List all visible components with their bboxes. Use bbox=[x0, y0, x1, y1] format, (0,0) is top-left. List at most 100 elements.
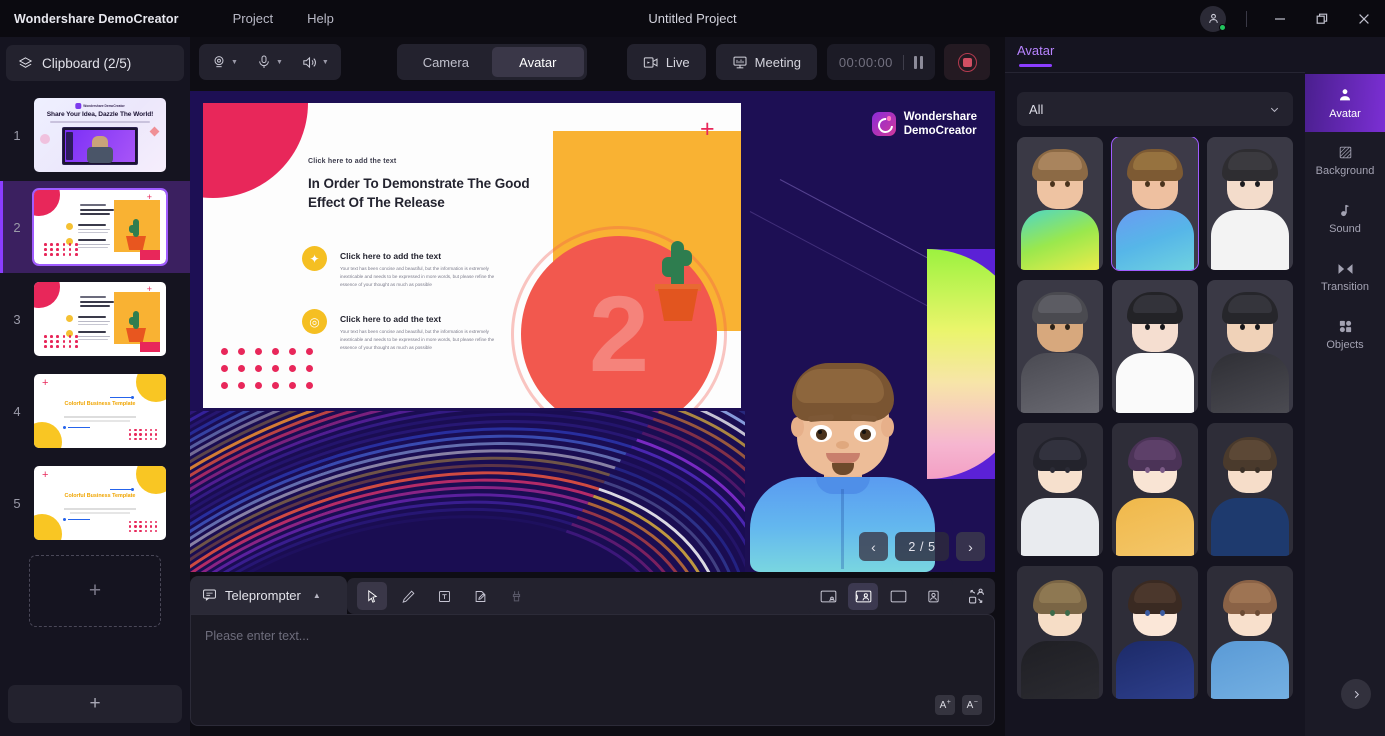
meeting-button[interactable]: Meeting bbox=[715, 44, 817, 80]
avatar-body bbox=[1211, 353, 1289, 413]
avatar-eyes bbox=[1240, 610, 1260, 616]
avatar-eyes bbox=[1240, 324, 1260, 330]
avatar-card-3[interactable] bbox=[1207, 137, 1293, 270]
slide-number: 1 bbox=[13, 127, 21, 143]
slide-thumbnail-1[interactable]: 1 Wondershare DemoCreator Share Your Ide… bbox=[0, 89, 190, 181]
sidebar-item-background[interactable]: Background bbox=[1305, 132, 1385, 190]
slide-preview-image: + bbox=[32, 188, 168, 266]
avatar-body bbox=[1021, 498, 1099, 556]
avatar-card-12[interactable] bbox=[1207, 566, 1293, 699]
divider bbox=[1246, 10, 1247, 27]
avatar-card-6[interactable] bbox=[1207, 280, 1293, 413]
slide-pager: ‹ 2 / 5 › bbox=[859, 532, 985, 561]
avatar-hair-highlight bbox=[1228, 152, 1272, 170]
screen-avatar-left-icon[interactable] bbox=[848, 582, 878, 610]
avatar-hair-highlight bbox=[1229, 440, 1271, 460]
sidebar-item-sound[interactable]: Sound bbox=[1305, 190, 1385, 248]
decrease-font-button[interactable]: A − bbox=[962, 695, 982, 715]
teleprompter-tab[interactable]: Teleprompter ▲ bbox=[190, 576, 347, 614]
slides-list[interactable]: 1 Wondershare DemoCreator Share Your Ide… bbox=[0, 85, 190, 685]
chevron-left-icon[interactable]: ‹ bbox=[859, 532, 888, 561]
wondershare-logo-icon bbox=[871, 112, 896, 137]
live-button[interactable]: Live bbox=[626, 44, 706, 80]
device-controls-group: ▼ ▼ ▼ bbox=[199, 44, 341, 80]
slide-thumbnail-5[interactable]: 5 + Colorful Business Template bbox=[0, 457, 190, 549]
avatar-card-2[interactable] bbox=[1111, 137, 1199, 271]
chevron-right-icon[interactable]: › bbox=[956, 532, 985, 561]
slide-preview-image: + bbox=[34, 282, 166, 356]
slide-thumbnail-4[interactable]: 4 + Colorful Business Template bbox=[0, 365, 190, 457]
pause-icon[interactable] bbox=[913, 55, 924, 69]
speaker-device-button[interactable]: ▼ bbox=[293, 48, 337, 76]
slide-thumbnail-3[interactable]: 3 + bbox=[0, 273, 190, 365]
avatar-category-select[interactable]: All bbox=[1017, 92, 1293, 126]
decorative-plus: + bbox=[700, 115, 715, 143]
minimize-icon[interactable] bbox=[1259, 0, 1301, 37]
avatar-card-7[interactable] bbox=[1017, 423, 1103, 556]
avatar-body bbox=[1116, 353, 1194, 413]
slide-content-card: + 2 Click here to add the text In Order … bbox=[203, 103, 741, 408]
microphone-icon bbox=[256, 54, 272, 70]
restore-icon[interactable] bbox=[1301, 0, 1343, 37]
transition-icon bbox=[1337, 262, 1354, 276]
chevron-up-icon[interactable]: ▲ bbox=[313, 591, 321, 600]
avatar-eyes bbox=[1050, 610, 1070, 616]
note-edit-icon[interactable] bbox=[465, 582, 495, 610]
add-slide-placeholder[interactable]: + bbox=[29, 555, 161, 627]
menu-help[interactable]: Help bbox=[297, 7, 344, 30]
title-bar: Wondershare DemoCreator Project Help Unt… bbox=[0, 0, 1385, 37]
webcam-icon bbox=[211, 54, 227, 70]
clipboard-header[interactable]: Clipboard (2/5) bbox=[6, 45, 184, 81]
avatar-body bbox=[1211, 641, 1289, 699]
avatar-card-4[interactable] bbox=[1017, 280, 1103, 413]
microphone-device-button[interactable]: ▼ bbox=[248, 48, 291, 76]
screen-avatar-corner-icon[interactable] bbox=[813, 583, 843, 610]
avatar-card-5[interactable] bbox=[1112, 280, 1198, 413]
avatar-card-11[interactable] bbox=[1112, 566, 1198, 699]
close-icon[interactable] bbox=[1343, 0, 1385, 37]
avatar-card-8[interactable] bbox=[1112, 423, 1198, 556]
bullet-heading: Click here to add the text bbox=[340, 251, 442, 261]
slide-thumbnail-2[interactable]: 2 + bbox=[0, 181, 190, 273]
menu-project[interactable]: Project bbox=[223, 7, 283, 30]
text-box-icon[interactable] bbox=[429, 582, 459, 610]
record-stop-icon bbox=[957, 52, 977, 72]
cursor-arrow-icon[interactable] bbox=[357, 582, 387, 610]
swap-position-icon[interactable] bbox=[957, 578, 995, 614]
avatar-hair-highlight bbox=[1133, 152, 1177, 170]
tab-camera[interactable]: Camera bbox=[400, 47, 492, 77]
sidebar-item-objects[interactable]: Objects bbox=[1305, 306, 1385, 364]
add-slide-button[interactable]: + bbox=[8, 685, 182, 723]
screen-only-icon[interactable] bbox=[883, 583, 913, 610]
plus-icon: + bbox=[88, 579, 102, 602]
increase-font-button[interactable]: A + bbox=[935, 695, 955, 715]
camera-device-button[interactable]: ▼ bbox=[203, 48, 246, 76]
tab-avatar[interactable]: Avatar bbox=[491, 47, 584, 77]
teleprompter-editor[interactable]: Please enter text... A + A − bbox=[190, 614, 995, 726]
avatar-library-panel: Avatar All Avatar Background Sound Trans… bbox=[1005, 37, 1385, 736]
plus-icon: + bbox=[89, 693, 101, 714]
capture-toolbar: ▼ ▼ ▼ Camera Avatar Live Meeting 00:00:0… bbox=[190, 37, 1005, 87]
avatar-hair-highlight bbox=[1228, 295, 1272, 313]
capture-mode-group: Live Meeting bbox=[626, 44, 817, 80]
avatar-card-10[interactable] bbox=[1017, 566, 1103, 699]
layers-icon bbox=[18, 56, 33, 71]
avatar-only-icon[interactable] bbox=[918, 583, 948, 610]
tab-avatar-library[interactable]: Avatar bbox=[1017, 43, 1054, 67]
panel-tabs: Avatar bbox=[1005, 37, 1305, 73]
decorative-swirl-background bbox=[190, 411, 745, 572]
preview-canvas[interactable]: + 2 Click here to add the text In Order … bbox=[190, 91, 995, 572]
record-button[interactable] bbox=[944, 44, 991, 80]
avatar-card-1[interactable] bbox=[1017, 137, 1103, 270]
pen-icon[interactable] bbox=[393, 582, 423, 610]
next-page-button[interactable] bbox=[1341, 679, 1371, 709]
avatar-hair-highlight bbox=[1038, 152, 1082, 170]
slides-panel: Clipboard (2/5) 1 Wondershare DemoCreato… bbox=[0, 37, 190, 736]
meeting-label: Meeting bbox=[754, 54, 801, 70]
user-account-icon[interactable] bbox=[1200, 5, 1226, 32]
sidebar-item-avatar[interactable]: Avatar bbox=[1305, 74, 1385, 132]
sidebar-item-transition[interactable]: Transition bbox=[1305, 248, 1385, 306]
avatar-grid[interactable] bbox=[1017, 137, 1299, 736]
eraser-brush-icon[interactable] bbox=[501, 582, 531, 610]
avatar-card-9[interactable] bbox=[1207, 423, 1293, 556]
